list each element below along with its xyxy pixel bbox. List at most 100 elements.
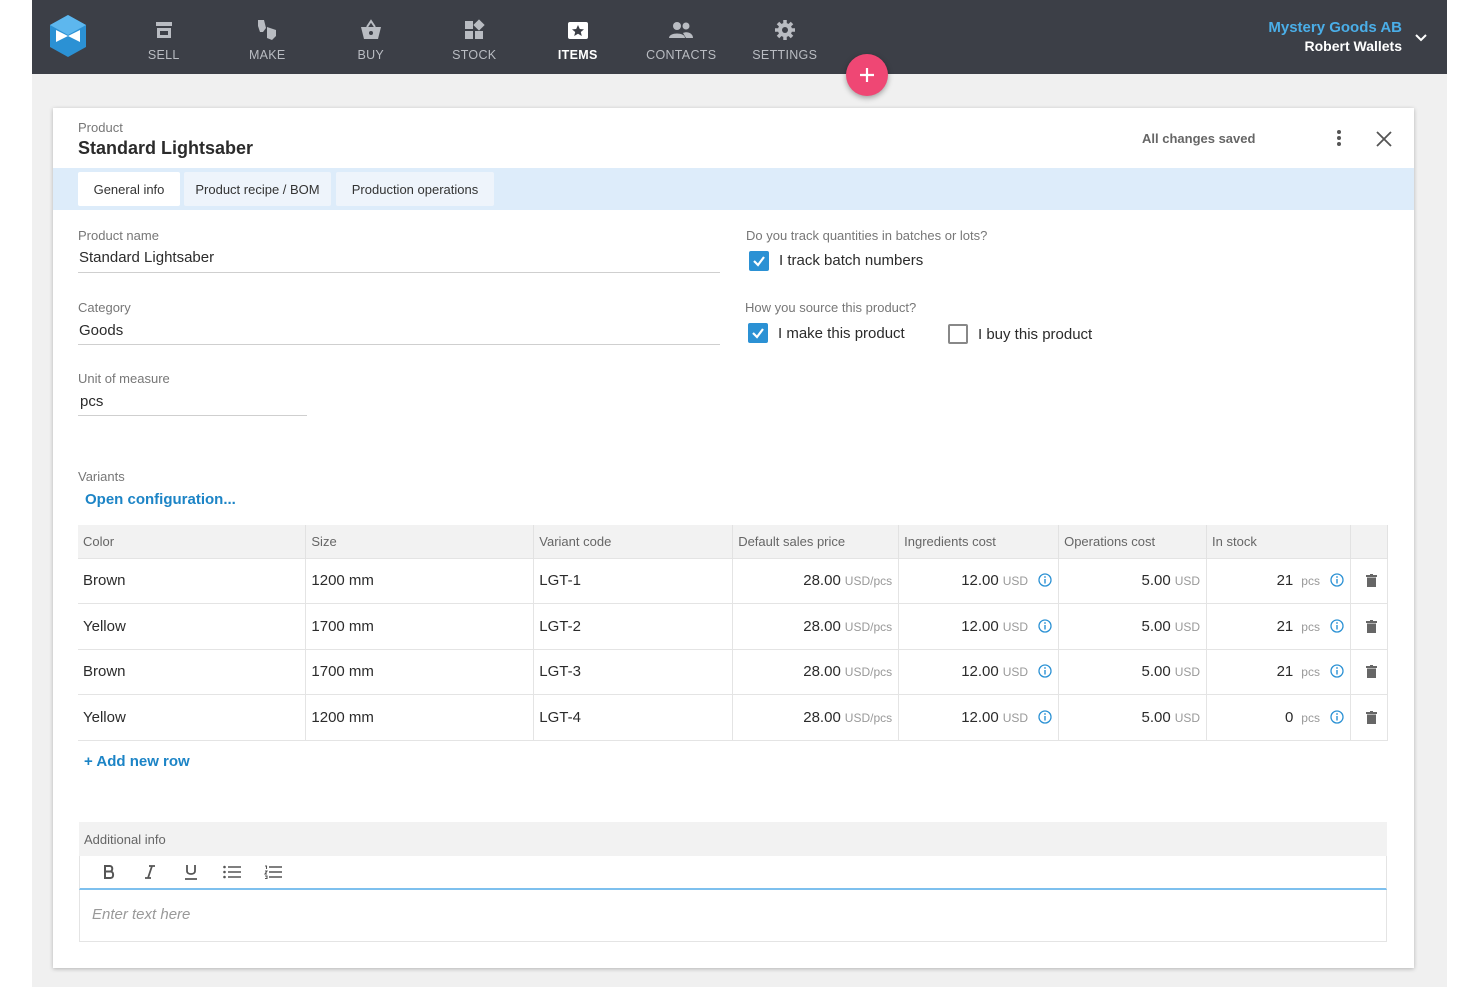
trash-icon[interactable] bbox=[1356, 665, 1387, 679]
operations-unit: USD bbox=[1174, 665, 1201, 680]
operations-value: 5.00 bbox=[1141, 663, 1171, 681]
info-icon[interactable] bbox=[1038, 573, 1052, 587]
add-new-row-link[interactable]: + Add new row bbox=[84, 753, 190, 770]
tab-product-recipe[interactable]: Product recipe / BOM bbox=[184, 172, 331, 206]
operations-value: 5.00 bbox=[1141, 617, 1171, 635]
make-checkbox[interactable] bbox=[748, 323, 768, 343]
info-icon[interactable] bbox=[1330, 664, 1344, 678]
additional-info-label: Additional info bbox=[84, 831, 166, 847]
plus-icon bbox=[860, 68, 874, 82]
underline-icon[interactable] bbox=[170, 858, 211, 886]
cell-color[interactable]: Brown bbox=[78, 557, 307, 604]
italic-icon[interactable] bbox=[129, 858, 170, 886]
cell-size[interactable]: 1700 mm bbox=[305, 648, 535, 695]
column-header-variant-code: Variant code bbox=[533, 525, 734, 558]
info-icon[interactable] bbox=[1038, 710, 1052, 724]
nav-make[interactable]: MAKE bbox=[216, 0, 320, 74]
ingredients-value: 12.00 bbox=[961, 663, 999, 681]
nav-settings[interactable]: SETTINGS bbox=[733, 0, 837, 74]
add-button[interactable] bbox=[846, 54, 888, 96]
info-icon[interactable] bbox=[1038, 619, 1052, 633]
price-unit: USD/pcs bbox=[844, 665, 893, 680]
price-value: 28.00 bbox=[803, 572, 841, 590]
more-options-icon[interactable] bbox=[1329, 128, 1349, 148]
cell-sales-price[interactable]: 28.00 USD/pcs bbox=[732, 603, 900, 649]
info-icon[interactable] bbox=[1330, 619, 1344, 633]
category-field[interactable]: Goods bbox=[79, 322, 123, 339]
tab-general-info[interactable]: General info bbox=[78, 172, 180, 206]
cell-ingredients-cost: 12.00 USD bbox=[898, 694, 1060, 741]
trash-icon[interactable] bbox=[1356, 574, 1387, 588]
open-configuration-link[interactable]: Open configuration... bbox=[85, 491, 236, 508]
buy-checkbox[interactable] bbox=[948, 324, 968, 344]
cell-sales-price[interactable]: 28.00 USD/pcs bbox=[732, 694, 900, 741]
account-menu[interactable]: Mystery Goods AB Robert Wallets bbox=[1268, 19, 1402, 54]
chevron-down-icon[interactable] bbox=[1413, 30, 1429, 46]
stock-unit: pcs bbox=[1301, 619, 1320, 634]
batch-question: Do you track quantities in batches or lo… bbox=[746, 228, 988, 243]
uom-field[interactable]: pcs bbox=[80, 393, 103, 410]
close-icon[interactable] bbox=[1373, 128, 1395, 150]
additional-info-editor[interactable]: Enter text here bbox=[79, 890, 1387, 942]
nav-stock[interactable]: STOCK bbox=[423, 0, 527, 74]
check-icon bbox=[753, 256, 765, 267]
stock-value: 21 bbox=[1276, 663, 1294, 681]
column-header-color: Color bbox=[78, 525, 307, 558]
editor-toolbar bbox=[79, 856, 1387, 890]
stock-value: 0 bbox=[1284, 708, 1294, 726]
tab-bar: General info Product recipe / BOM Produc… bbox=[53, 168, 1414, 210]
stock-unit: pcs bbox=[1301, 574, 1320, 589]
tab-production-operations[interactable]: Production operations bbox=[336, 172, 494, 206]
trash-icon[interactable] bbox=[1356, 619, 1387, 633]
cell-color[interactable]: Yellow bbox=[78, 603, 307, 649]
bold-icon[interactable] bbox=[88, 858, 129, 886]
app-logo-icon[interactable] bbox=[48, 14, 88, 58]
cell-variant-code[interactable]: LGT-4 bbox=[533, 694, 734, 741]
check-icon bbox=[752, 328, 764, 339]
nav-settings-label: SETTINGS bbox=[752, 48, 818, 62]
cell-color[interactable]: Yellow bbox=[78, 694, 307, 741]
price-value: 28.00 bbox=[803, 708, 841, 726]
batch-checkbox[interactable] bbox=[749, 251, 769, 271]
user-name: Robert Wallets bbox=[1304, 38, 1403, 54]
stock-unit: pcs bbox=[1301, 710, 1320, 725]
trash-icon[interactable] bbox=[1356, 710, 1387, 724]
ingredients-value: 12.00 bbox=[961, 572, 999, 590]
bullet-list-icon[interactable] bbox=[211, 858, 252, 886]
column-header-operations-cost: Operations cost bbox=[1058, 525, 1208, 558]
cell-variant-code[interactable]: LGT-3 bbox=[533, 648, 734, 695]
editor-placeholder: Enter text here bbox=[92, 906, 191, 923]
nav-buy[interactable]: BUY bbox=[319, 0, 423, 74]
cell-ingredients-cost: 12.00 USD bbox=[898, 648, 1060, 695]
table-row: Yellow 1200 mm LGT-4 28.00 USD/pcs 12.00 U… bbox=[78, 694, 1389, 741]
nav-items[interactable]: ITEMS bbox=[526, 0, 630, 74]
stock-icon bbox=[462, 18, 486, 42]
cell-color[interactable]: Brown bbox=[78, 648, 307, 695]
additional-info-header: Additional info bbox=[79, 822, 1387, 856]
price-unit: USD/pcs bbox=[844, 710, 893, 725]
numbered-list-icon[interactable] bbox=[252, 858, 293, 886]
save-status: All changes saved bbox=[1142, 131, 1256, 146]
info-icon[interactable] bbox=[1330, 710, 1344, 724]
cell-size[interactable]: 1200 mm bbox=[305, 557, 535, 604]
nav-contacts[interactable]: CONTACTS bbox=[630, 0, 734, 74]
price-value: 28.00 bbox=[803, 663, 841, 681]
store-icon bbox=[152, 18, 176, 42]
buy-checkbox-label: I buy this product bbox=[978, 326, 1093, 343]
price-unit: USD/pcs bbox=[844, 574, 893, 589]
cell-size[interactable]: 1700 mm bbox=[305, 603, 535, 649]
nav-sell[interactable]: SELL bbox=[112, 0, 216, 74]
cell-sales-price[interactable]: 28.00 USD/pcs bbox=[732, 557, 900, 604]
cell-size[interactable]: 1200 mm bbox=[305, 694, 535, 741]
cell-variant-code[interactable]: LGT-2 bbox=[533, 603, 734, 649]
cell-actions bbox=[1350, 557, 1389, 604]
top-navigation: SELL MAKE BUY STOCK ITEMS CONTACTS SETTI… bbox=[32, 0, 1447, 74]
card-header: Product Standard Lightsaber All changes … bbox=[53, 108, 1414, 168]
price-value: 28.00 bbox=[803, 617, 841, 635]
product-name-field[interactable]: Standard Lightsaber bbox=[79, 249, 214, 266]
cell-variant-code[interactable]: LGT-1 bbox=[533, 557, 734, 604]
info-icon[interactable] bbox=[1038, 664, 1052, 678]
cell-sales-price[interactable]: 28.00 USD/pcs bbox=[732, 648, 900, 695]
product-name-underline bbox=[78, 272, 720, 273]
info-icon[interactable] bbox=[1330, 573, 1344, 587]
